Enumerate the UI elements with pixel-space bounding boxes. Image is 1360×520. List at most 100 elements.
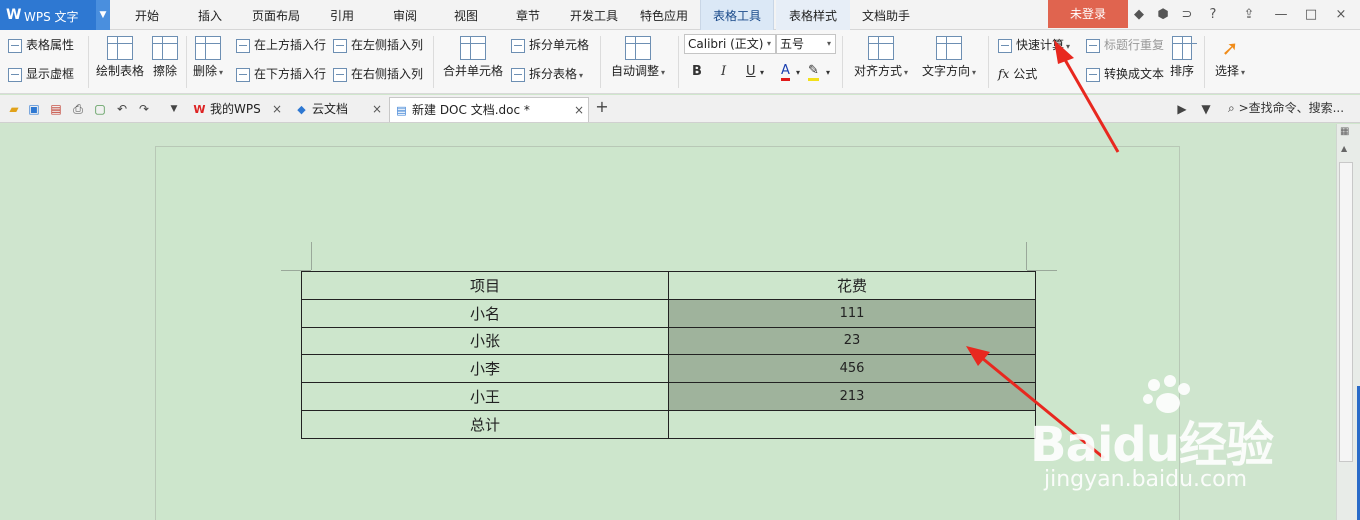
sort-button[interactable]: 排序 [1166,36,1198,79]
login-button[interactable]: 未登录 [1048,0,1128,28]
italic-button[interactable]: I [721,64,726,79]
insert-col-right-icon [333,67,347,82]
table-cell[interactable]: 小王 [301,382,669,411]
quick-calc-button[interactable]: 快速计算 ▾ [998,36,1070,53]
expense-table[interactable]: 项目 花费 小名 111 小张 23 小李 456 小王 213 总计 [301,271,1036,439]
save-icon[interactable]: ▣ [26,101,42,117]
font-name-select[interactable]: Calibri (正文) ▾ [684,34,776,54]
table-header-cell[interactable]: 项目 [301,271,669,300]
toggle-icon[interactable]: ▼ [1198,101,1214,117]
merge-cells-button[interactable]: 合并单元格 [440,36,506,79]
tab-my-wps[interactable]: W 我的WPS × [188,97,286,122]
text-direction-button[interactable]: 文字方向 ▾ [918,36,980,79]
font-color-dropdown-icon[interactable]: ▾ [796,68,800,77]
select-button[interactable]: ➚ 选择 ▾ [1210,36,1250,79]
bold-button[interactable]: B [692,64,702,79]
settings-icon[interactable]: ⬢ [1154,6,1172,24]
split-cells-button[interactable]: 拆分单元格 [511,36,589,53]
menu-bar: W WPS 文字 ▼ 开始 插入 页面布局 引用 审阅 视图 章节 开发工具 特… [0,0,1360,30]
quick-access-dropdown-icon[interactable]: ▼ [166,101,182,117]
insert-row-below-icon [236,67,250,82]
close-icon[interactable]: × [1332,6,1350,24]
tab-review[interactable]: 审阅 [380,0,430,30]
help-icon[interactable]: ? [1204,6,1222,24]
scroll-thumb[interactable] [1339,162,1353,462]
formula-button[interactable]: fx 公式 [998,65,1037,82]
new-tab-icon[interactable]: + [594,99,610,115]
tab-table-tools[interactable]: 表格工具 [700,0,774,30]
formula-icon: fx [998,67,1010,81]
tab-cloud-docs[interactable]: ◆ 云文档 × [290,97,386,122]
split-table-button[interactable]: 拆分表格 ▾ [511,65,583,82]
tab-view[interactable]: 视图 [441,0,491,30]
insert-row-below-button[interactable]: 在下方插入行 [236,65,326,82]
table-cell[interactable]: 小李 [301,354,669,384]
highlight-icon[interactable]: ✎ [808,64,819,81]
table-properties-button[interactable]: 表格属性 [8,36,74,53]
table-cell-selected[interactable]: 213 [668,382,1036,411]
table-cell-selected[interactable]: 23 [668,326,1036,356]
draw-table-button[interactable]: 绘制表格 [94,36,146,79]
open-folder-icon[interactable]: ▰ [6,101,22,117]
tab-developer[interactable]: 开发工具 [562,0,626,30]
tab-insert[interactable]: 插入 [185,0,235,30]
wps-icon: W [193,103,206,116]
convert-to-text-button[interactable]: 转换成文本 [1086,65,1164,82]
delete-button[interactable]: 删除 ▾ [190,36,226,79]
divider [186,36,187,88]
print-icon[interactable]: ⎙ [70,101,86,117]
restore-ribbon-icon[interactable]: ⇪ [1240,6,1258,24]
show-gridlines-button[interactable]: 显示虚框 [8,65,74,82]
vertical-scrollbar[interactable]: ▦ ▲ [1336,124,1360,520]
video-icon[interactable]: ▶ [1174,101,1190,117]
underline-button[interactable]: U [746,64,756,79]
insert-col-left-button[interactable]: 在左侧插入列 [333,36,423,53]
tab-section[interactable]: 章节 [503,0,553,30]
font-color-button[interactable]: A [781,64,790,81]
table-header-cell[interactable]: 花费 [668,271,1036,300]
header-repeat-button[interactable]: 标题行重复 [1086,36,1164,53]
draw-table-icon [107,36,133,60]
tab-doc-assistant[interactable]: 文档助手 [854,0,918,30]
close-tab-icon[interactable]: × [574,98,584,123]
undo-icon[interactable]: ↶ [114,101,130,117]
tab-table-style[interactable]: 表格样式 [776,0,850,30]
close-tab-icon[interactable]: × [372,97,382,122]
font-size-select[interactable]: 五号 ▾ [776,34,836,54]
export-pdf-icon[interactable]: ▤ [48,101,64,117]
tab-page-layout[interactable]: 页面布局 [245,0,307,30]
print-preview-icon[interactable]: ▢ [92,101,108,117]
table-cell[interactable]: 小张 [301,326,669,356]
scroll-up-icon[interactable]: ▲ [1341,144,1347,153]
divider [1204,36,1205,88]
document-page[interactable]: 项目 花费 小名 111 小张 23 小李 456 小王 213 总计 [155,146,1180,520]
app-menu-dropdown-icon[interactable]: ▼ [96,0,110,30]
alignment-button[interactable]: 对齐方式 ▾ [850,36,912,79]
margin-mark [1026,242,1027,270]
total-cell[interactable] [668,409,1036,439]
close-tab-icon[interactable]: × [272,97,282,122]
share-icon[interactable]: ⊃ [1178,6,1196,24]
skin-icon[interactable]: ◆ [1130,6,1148,24]
command-search[interactable]: ⌕ >查找命令、搜索... [1228,99,1344,116]
page-options-icon[interactable]: ▦ [1340,126,1349,137]
wps-app-button[interactable]: W WPS 文字 ▼ [0,0,110,30]
underline-dropdown-icon[interactable]: ▾ [760,68,764,77]
auto-fit-button[interactable]: 自动调整 ▾ [606,36,670,79]
table-cell-selected[interactable]: 111 [668,298,1036,328]
table-cell[interactable]: 小名 [301,298,669,328]
table-cell[interactable]: 总计 [301,409,669,439]
tab-start[interactable]: 开始 [122,0,172,30]
minimize-icon[interactable]: — [1272,6,1290,24]
tab-features[interactable]: 特色应用 [632,0,696,30]
redo-icon[interactable]: ↷ [136,101,152,117]
tab-references[interactable]: 引用 [317,0,367,30]
tab-new-doc[interactable]: ▤ 新建 DOC 文档.doc * × [389,97,589,122]
highlight-dropdown-icon[interactable]: ▾ [826,68,830,77]
insert-row-above-button[interactable]: 在上方插入行 [236,36,326,53]
insert-col-right-button[interactable]: 在右侧插入列 [333,65,423,82]
maximize-icon[interactable]: □ [1302,6,1320,24]
table-row: 小名 111 [301,298,1036,328]
table-cell-selected[interactable]: 456 [668,354,1036,384]
erase-button[interactable]: 擦除 [150,36,180,79]
